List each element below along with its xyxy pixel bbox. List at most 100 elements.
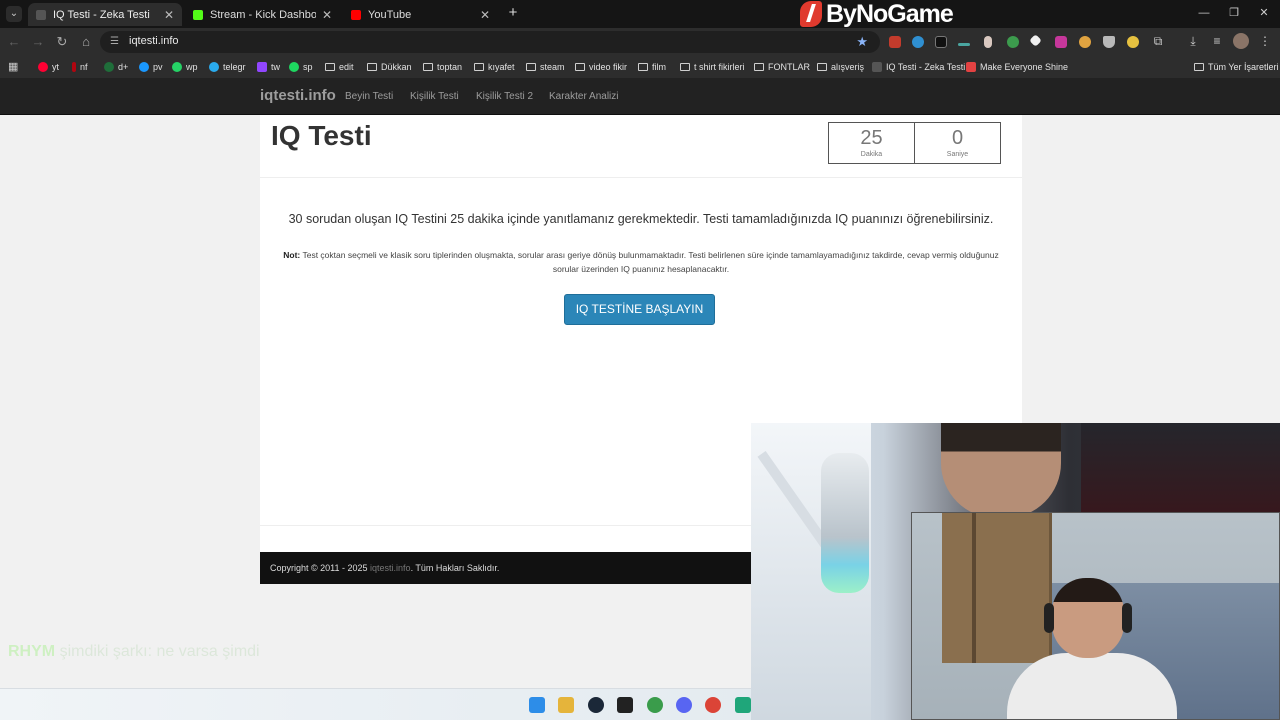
reading-list-icon[interactable]: ≡ xyxy=(1209,33,1225,49)
steam-icon[interactable] xyxy=(588,697,604,713)
webcam-overlay-room xyxy=(911,512,1280,720)
bookmark-make-everyone-shine[interactable]: Make Everyone Shine xyxy=(966,60,1068,74)
back-icon[interactable]: ← xyxy=(5,33,23,51)
site-brand-link[interactable]: iqtesti.info xyxy=(260,87,336,104)
chrome-icon[interactable] xyxy=(705,697,721,713)
xbox-icon[interactable] xyxy=(647,697,663,713)
nav-link-beyin-testi[interactable]: Beyin Testi xyxy=(345,91,393,102)
tab-title: IQ Testi - Zeka Testi xyxy=(53,8,150,21)
bynogame-logo: ByNoGame xyxy=(800,0,954,28)
nav-link-kisilik-testi-2[interactable]: Kişilik Testi 2 xyxy=(476,91,533,102)
extension-icon[interactable] xyxy=(984,36,992,48)
streamer-face xyxy=(1052,578,1124,658)
extension-icon[interactable] xyxy=(1079,36,1091,48)
extension-icon[interactable] xyxy=(1029,34,1042,47)
close-tab-icon[interactable]: ✕ xyxy=(480,8,490,22)
close-tab-icon[interactable]: ✕ xyxy=(164,8,174,22)
bookmark-folder-fontlar[interactable]: FONTLAR xyxy=(754,60,810,74)
nav-link-kisilik-testi[interactable]: Kişilik Testi xyxy=(410,91,459,102)
extension-icon[interactable] xyxy=(935,36,947,48)
bookmark-folder-steam[interactable]: steam xyxy=(526,60,565,74)
bookmark-folder-alisveris[interactable]: alışveriş xyxy=(817,60,864,74)
apps-grid-icon[interactable]: ▦ xyxy=(8,61,20,73)
extension-icon[interactable] xyxy=(1007,36,1019,48)
bookmark-label: Dükkan xyxy=(381,62,412,72)
address-bar[interactable]: ☰ iqtesti.info ★ xyxy=(100,31,880,53)
download-icon[interactable]: ⤓ xyxy=(1185,33,1201,49)
app-icon[interactable] xyxy=(735,697,751,713)
bookmark-folder-edit[interactable]: edit xyxy=(325,60,354,74)
close-window-icon[interactable]: ✕ xyxy=(1256,5,1272,21)
more-menu-icon[interactable]: ⋮ xyxy=(1257,33,1273,49)
profile-avatar[interactable] xyxy=(1233,33,1249,49)
extension-icon[interactable] xyxy=(1055,36,1067,48)
shine-icon xyxy=(966,62,976,72)
bookmark-folder-dukkan[interactable]: Dükkan xyxy=(367,60,412,74)
bookmark-label: edit xyxy=(339,62,354,72)
bookmark-label: tw xyxy=(271,62,280,72)
folder-icon xyxy=(423,63,433,71)
extension-icon[interactable] xyxy=(912,36,924,48)
bookmark-label: nf xyxy=(80,62,88,72)
copyright-link[interactable]: iqtesti.info xyxy=(370,563,411,573)
extension-icon[interactable] xyxy=(889,36,901,48)
nav-link-karakter-analizi[interactable]: Karakter Analizi xyxy=(549,91,618,102)
file-explorer-icon[interactable] xyxy=(558,697,574,713)
folder-icon xyxy=(1194,63,1204,71)
tab-iq-testi[interactable]: IQ Testi - Zeka Testi ✕ xyxy=(28,3,182,26)
timer-minutes: 25 Dakika xyxy=(828,122,915,164)
bookmark-tw[interactable]: tw xyxy=(257,60,280,74)
youtube-icon xyxy=(351,9,361,20)
bookmark-label: kıyafet xyxy=(488,62,515,72)
site-info-icon[interactable]: ☰ xyxy=(110,36,122,48)
bookmark-telegr[interactable]: telegr xyxy=(209,60,246,74)
folder-icon xyxy=(526,63,536,71)
bookmark-folder-tshirt[interactable]: t shirt fikirleri xyxy=(680,60,745,74)
extension-icon[interactable] xyxy=(1103,36,1115,48)
windows-start-icon[interactable] xyxy=(529,697,545,713)
bookmark-folder-kiyafet[interactable]: kıyafet xyxy=(474,60,515,74)
disney-icon xyxy=(104,62,114,72)
folder-icon xyxy=(474,63,484,71)
bookmark-label: yt xyxy=(52,62,60,72)
bookmark-nf[interactable]: nf xyxy=(72,60,88,74)
all-bookmarks[interactable]: Tüm Yer İşaretleri xyxy=(1194,60,1279,74)
bookmark-label: t shirt fikirleri xyxy=(694,62,745,72)
bookmark-folder-film[interactable]: film xyxy=(638,60,666,74)
tab-title: Stream - Kick Dashboard xyxy=(210,8,316,21)
close-tab-icon[interactable]: ✕ xyxy=(322,8,332,22)
bookmark-pv[interactable]: pv xyxy=(139,60,163,74)
tab-youtube[interactable]: YouTube ✕ xyxy=(343,3,498,26)
extension-icon[interactable] xyxy=(1127,36,1139,48)
forward-icon[interactable]: → xyxy=(29,33,47,51)
bynogame-mark-icon xyxy=(800,1,822,27)
new-tab-button[interactable]: + xyxy=(505,4,521,22)
discord-icon[interactable] xyxy=(676,697,692,713)
bookmark-dplus[interactable]: d+ xyxy=(104,60,128,74)
spotify-icon xyxy=(289,62,299,72)
bookmark-yt[interactable]: yt xyxy=(38,60,59,74)
copyright-text: Copyright © 2011 - 2025 iqtesti.info. Tü… xyxy=(270,563,499,573)
bookmark-wp[interactable]: wp xyxy=(172,60,198,74)
extension-icon[interactable] xyxy=(958,43,970,46)
terminal-icon[interactable] xyxy=(617,697,633,713)
copyright-prefix: Copyright © 2011 - 2025 xyxy=(270,563,371,573)
restore-icon[interactable]: ❐ xyxy=(1226,5,1242,21)
tab-search-icon[interactable]: ⌄ xyxy=(6,6,22,22)
bookmark-label: video fikir xyxy=(589,62,628,72)
start-test-button[interactable]: IQ TESTİNE BAŞLAYIN xyxy=(564,294,715,325)
folder-icon xyxy=(817,63,827,71)
tab-kick-dashboard[interactable]: Stream - Kick Dashboard ✕ xyxy=(185,3,340,26)
bookmark-folder-toptan[interactable]: toptan xyxy=(423,60,462,74)
reload-icon[interactable]: ↻ xyxy=(53,33,71,51)
extensions-puzzle-icon[interactable]: ⧉ xyxy=(1150,33,1166,49)
address-url[interactable]: iqtesti.info xyxy=(129,35,179,47)
bookmark-folder-video-fikir[interactable]: video fikir xyxy=(575,60,627,74)
bookmark-star-icon[interactable]: ★ xyxy=(856,34,868,50)
twitch-icon xyxy=(257,62,267,72)
bookmark-iq-testi[interactable]: IQ Testi - Zeka Testi xyxy=(872,60,965,74)
timer-minutes-value: 25 xyxy=(860,127,883,149)
home-icon[interactable]: ⌂ xyxy=(77,33,95,51)
minimize-icon[interactable]: — xyxy=(1196,5,1212,21)
bookmark-sp[interactable]: sp xyxy=(289,60,313,74)
